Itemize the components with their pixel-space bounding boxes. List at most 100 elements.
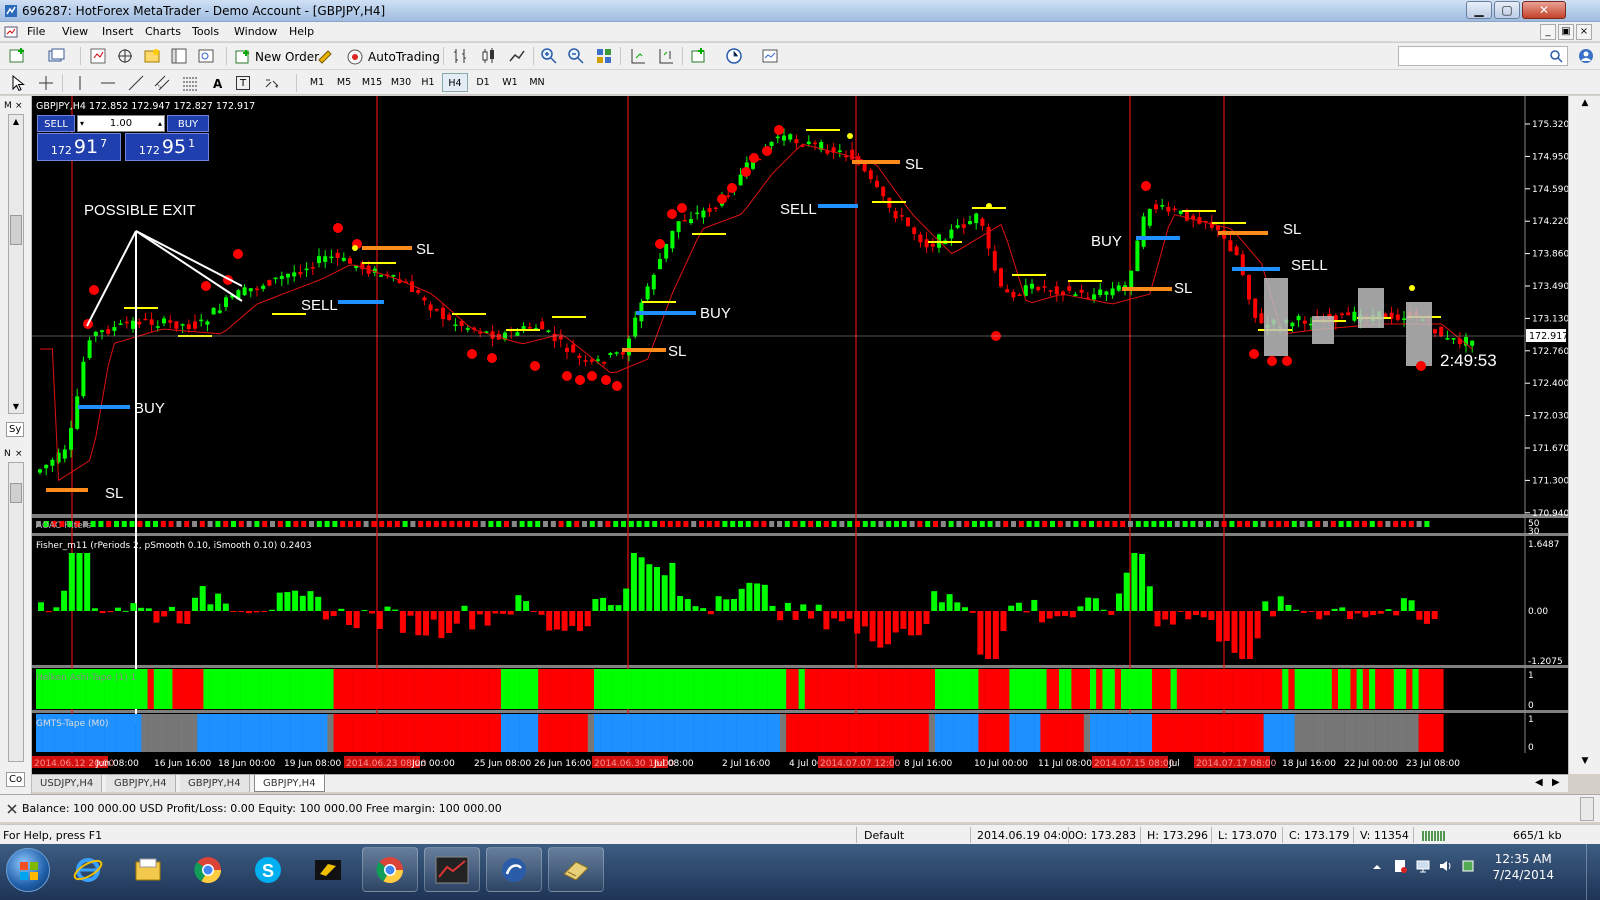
lot-decrease-icon[interactable]: ▾	[80, 116, 84, 131]
lot-increase-icon[interactable]: ▴	[158, 116, 162, 131]
pane-separator[interactable]	[32, 514, 1568, 518]
tab-scroll-left-icon[interactable]: ◀	[1535, 777, 1543, 788]
action-center-icon[interactable]	[1392, 858, 1408, 874]
vertical-line-icon[interactable]	[70, 73, 90, 93]
timeframe-h1[interactable]: H1	[415, 73, 441, 92]
pane-separator[interactable]	[32, 665, 1568, 668]
timeframe-mn[interactable]: MN	[524, 73, 550, 92]
line-chart-icon[interactable]	[507, 46, 527, 66]
search-icon[interactable]	[1550, 50, 1563, 63]
chart-tab-usdjpy[interactable]: USDJPY,H4	[32, 775, 103, 792]
market-watch-collapse-icon[interactable]: M ×	[3, 98, 29, 110]
scroll-down-icon[interactable]: ▼	[10, 402, 22, 411]
taskbar-chrome-2[interactable]	[362, 847, 418, 892]
left-tab-common[interactable]: Co	[6, 772, 26, 787]
taskbar-notes-app[interactable]	[548, 847, 604, 892]
search-input[interactable]	[1398, 46, 1568, 66]
taskbar-clock[interactable]: 12:35 AM 7/24/2014	[1492, 851, 1554, 883]
chart-tab-gbpjpy[interactable]: GBPJPY,H4	[106, 775, 176, 792]
templates-icon[interactable]	[760, 46, 780, 66]
menu-charts[interactable]: Charts	[145, 25, 181, 38]
left-tab-symbols[interactable]: Sy	[6, 422, 25, 437]
chart-tab-gbpjpy-active[interactable]: GBPJPY,H4	[254, 775, 325, 792]
new-order-button[interactable]: New Order	[232, 46, 322, 67]
mdi-close-button[interactable]: ×	[1576, 24, 1592, 40]
scroll-thumb[interactable]	[10, 483, 22, 503]
data-window-icon[interactable]	[115, 46, 135, 66]
menu-window[interactable]: Window	[234, 25, 277, 38]
mdi-minimize-button[interactable]: _	[1540, 24, 1556, 40]
autotrading-button[interactable]: AutoTrading	[343, 46, 443, 67]
scroll-down-icon[interactable]: ▼	[1577, 756, 1593, 770]
taskbar-app[interactable]	[300, 847, 356, 892]
navigator-collapse-icon[interactable]: N ×	[3, 446, 29, 458]
chart-area[interactable]: POSSIBLE EXIT BUY SL SELL SL BUY SL SELL…	[32, 96, 1568, 774]
market-watch-icon[interactable]	[88, 46, 108, 66]
timeframe-m15[interactable]: M15	[358, 73, 386, 92]
navigator-icon[interactable]	[142, 46, 162, 66]
minimize-button[interactable]: ▁	[1466, 1, 1492, 19]
lot-size-input[interactable]: ▾ 1.00 ▴	[77, 115, 165, 132]
menu-view[interactable]: View	[62, 25, 88, 38]
bar-chart-icon[interactable]	[451, 46, 471, 66]
zoom-out-icon[interactable]	[566, 46, 586, 66]
periods-clock-icon[interactable]	[724, 46, 744, 66]
tab-scroll-right-icon[interactable]: ▶	[1552, 777, 1560, 788]
volume-icon[interactable]	[1438, 858, 1454, 874]
mdi-restore-button[interactable]: ▣	[1558, 24, 1574, 40]
pane-separator[interactable]	[32, 533, 1568, 536]
timeframe-m1[interactable]: M1	[304, 73, 330, 92]
market-watch-scrollbar[interactable]: ▲ ▼	[8, 114, 24, 414]
navigator-scrollbar[interactable]	[8, 462, 24, 762]
taskbar-chrome[interactable]	[180, 847, 236, 892]
crosshair-icon[interactable]	[36, 73, 56, 93]
close-button[interactable]: ✕	[1522, 1, 1566, 19]
fibonacci-icon[interactable]	[180, 73, 200, 93]
buy-button[interactable]: BUY	[167, 115, 209, 132]
terminal-close-icon[interactable]	[6, 803, 18, 815]
metaeditor-icon[interactable]	[316, 46, 336, 66]
horizontal-line-icon[interactable]	[98, 73, 118, 93]
chart-shift-icon[interactable]	[628, 46, 648, 66]
taskbar-forex-app[interactable]	[424, 847, 480, 892]
tray-expand-icon[interactable]	[1370, 860, 1384, 874]
candlestick-icon[interactable]	[479, 46, 499, 66]
timeframe-w1[interactable]: W1	[497, 73, 523, 92]
scroll-thumb[interactable]	[10, 215, 22, 245]
text-tool[interactable]: A	[210, 73, 225, 94]
text-label-tool[interactable]: T	[236, 76, 251, 90]
taskbar-internet-explorer[interactable]	[60, 847, 116, 892]
zoom-in-icon[interactable]	[539, 46, 559, 66]
timeframe-m5[interactable]: M5	[331, 73, 357, 92]
chart-tab-gbpjpy[interactable]: GBPJPY,H4	[180, 775, 250, 792]
channel-icon[interactable]	[152, 73, 172, 93]
taskbar-metatrader[interactable]	[486, 847, 542, 892]
pane-separator[interactable]	[32, 710, 1568, 713]
sell-button[interactable]: SELL	[37, 115, 75, 132]
profiles-icon[interactable]	[46, 46, 66, 66]
strategy-tester-icon[interactable]	[196, 46, 216, 66]
tile-windows-icon[interactable]	[594, 46, 614, 66]
show-desktop-button[interactable]	[1586, 844, 1600, 900]
autoscroll-icon[interactable]	[656, 46, 676, 66]
buy-price-button[interactable]: 172 95 1	[125, 133, 209, 161]
profile-name[interactable]: Default	[864, 829, 904, 842]
taskbar-explorer[interactable]	[120, 847, 176, 892]
menu-tools[interactable]: Tools	[192, 25, 219, 38]
menu-help[interactable]: Help	[289, 25, 314, 38]
scroll-up-icon[interactable]: ▲	[1577, 98, 1593, 112]
trendline-icon[interactable]	[126, 73, 146, 93]
timeframe-d1[interactable]: D1	[470, 73, 496, 92]
taskbar-skype[interactable]: S	[240, 847, 296, 892]
network-icon[interactable]	[1415, 858, 1431, 874]
terminal-scrollbar[interactable]	[1580, 797, 1594, 821]
cursor-icon[interactable]	[8, 73, 28, 93]
new-chart-icon[interactable]	[8, 46, 28, 66]
chart-window-icon[interactable]	[4, 25, 18, 39]
sell-price-button[interactable]: 172 91 7	[37, 133, 121, 161]
timeframe-m30[interactable]: M30	[387, 73, 415, 92]
start-button[interactable]	[6, 848, 50, 892]
scroll-up-icon[interactable]: ▲	[10, 117, 22, 126]
menu-insert[interactable]: Insert	[102, 25, 134, 38]
community-icon[interactable]	[1576, 46, 1596, 66]
